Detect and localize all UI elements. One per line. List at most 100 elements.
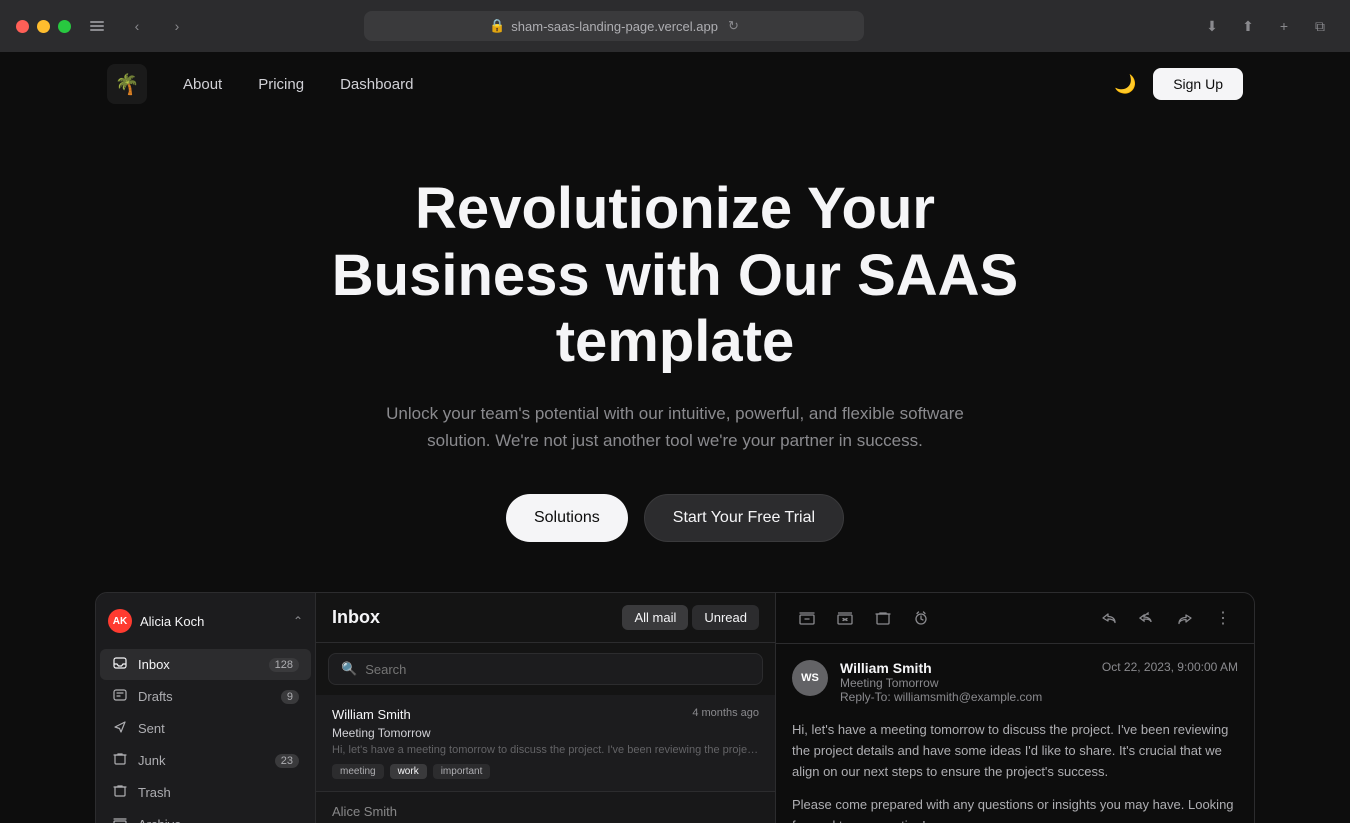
email-sender: William Smith xyxy=(332,707,411,722)
detail-content: WS William Smith Meeting Tomorrow Reply-… xyxy=(776,644,1254,823)
lock-icon: 🔒 xyxy=(489,18,505,34)
theme-toggle-button[interactable]: 🌙 xyxy=(1109,68,1141,100)
share-button[interactable]: ⬆ xyxy=(1234,12,1262,40)
chevron-icon[interactable]: ⌃ xyxy=(293,614,303,628)
mail-preview: AK Alicia Koch ⌃ Inbox 128 Dra xyxy=(95,592,1255,823)
mail-detail: ⋮ WS William Smith Meeting Tomorrow Repl… xyxy=(776,593,1254,823)
drafts-badge: 9 xyxy=(281,690,299,704)
hero-buttons: Solutions Start Your Free Trial xyxy=(20,494,1330,542)
download-button[interactable]: ⬇ xyxy=(1198,12,1226,40)
detail-body-paragraph-2: Please come prepared with any questions … xyxy=(792,795,1238,823)
close-button[interactable] xyxy=(16,20,29,33)
forward-button[interactable]: › xyxy=(163,12,191,40)
back-button[interactable]: ‹ xyxy=(123,12,151,40)
trash-button[interactable] xyxy=(868,603,898,633)
sidebar-item-junk[interactable]: Junk 23 xyxy=(100,745,311,776)
hero-section: Revolutionize Your Business with Our SAA… xyxy=(0,116,1350,592)
sidebar-header: AK Alicia Koch ⌃ xyxy=(96,601,315,641)
email-time: 4 months ago xyxy=(692,707,759,722)
user-avatar: AK xyxy=(108,609,132,633)
sidebar-item-archive[interactable]: Archive xyxy=(100,809,311,823)
search-icon: 🔍 xyxy=(341,661,357,677)
sender-avatar: WS xyxy=(792,660,828,696)
new-tab-button[interactable]: + xyxy=(1270,12,1298,40)
trash-icon xyxy=(112,784,128,801)
detail-sender-name: William Smith xyxy=(840,660,1090,676)
nav-about[interactable]: About xyxy=(167,68,238,101)
browser-right-actions: ⬇ ⬆ + ⧉ xyxy=(1198,12,1334,40)
nav-dashboard[interactable]: Dashboard xyxy=(324,68,429,101)
page-content: 🌴 About Pricing Dashboard 🌙 Sign Up Revo… xyxy=(0,52,1350,823)
archive-icon xyxy=(112,816,128,823)
email-item-william[interactable]: William Smith 4 months ago Meeting Tomor… xyxy=(316,695,775,792)
sent-icon xyxy=(112,720,128,737)
reply-button[interactable] xyxy=(1094,603,1124,633)
email-tags: meeting work important xyxy=(332,764,759,779)
email-item-alice-header: Alice Smith xyxy=(332,804,759,819)
drafts-icon xyxy=(112,688,128,705)
sidebar-item-drafts[interactable]: Drafts 9 xyxy=(100,681,311,712)
trial-button[interactable]: Start Your Free Trial xyxy=(644,494,844,542)
inbox-label: Inbox xyxy=(138,657,259,672)
more-options-button[interactable]: ⋮ xyxy=(1208,603,1238,633)
navbar: 🌴 About Pricing Dashboard 🌙 Sign Up xyxy=(95,52,1255,116)
detail-from-info: William Smith Meeting Tomorrow Reply-To:… xyxy=(840,660,1090,704)
hero-subtitle: Unlock your team's potential with our in… xyxy=(375,400,975,454)
sidebar-item-inbox[interactable]: Inbox 128 xyxy=(100,649,311,680)
browser-chrome: ‹ › 🔒 sham-saas-landing-page.vercel.app … xyxy=(0,0,1350,52)
sidebar-item-sent[interactable]: Sent xyxy=(100,713,311,744)
hero-title: Revolutionize Your Business with Our SAA… xyxy=(325,176,1025,376)
email-item-alice[interactable]: Alice Smith xyxy=(316,792,775,823)
detail-body-paragraph-1: Hi, let's have a meeting tomorrow to dis… xyxy=(792,720,1238,782)
tag-work[interactable]: work xyxy=(390,764,427,779)
search-input[interactable] xyxy=(365,662,750,677)
detail-email-subject: Meeting Tomorrow xyxy=(840,676,1090,690)
sign-up-button[interactable]: Sign Up xyxy=(1153,68,1243,100)
reload-icon[interactable]: ↻ xyxy=(728,18,739,34)
tag-important[interactable]: important xyxy=(433,764,491,779)
inbox-header: Inbox All mail Unread xyxy=(316,593,775,643)
sidebar-username: Alicia Koch xyxy=(140,614,204,629)
search-bar: 🔍 xyxy=(328,653,763,685)
traffic-lights xyxy=(16,20,71,33)
email-preview: Hi, let's have a meeting tomorrow to dis… xyxy=(332,744,759,756)
junk-badge: 23 xyxy=(275,754,299,768)
solutions-button[interactable]: Solutions xyxy=(506,494,628,542)
snooze-button[interactable] xyxy=(906,603,936,633)
detail-reply-to: Reply-To: williamsmith@example.com xyxy=(840,690,1090,704)
archive-label: Archive xyxy=(138,817,299,823)
reply-all-button[interactable] xyxy=(1132,603,1162,633)
mail-sidebar: AK Alicia Koch ⌃ Inbox 128 Dra xyxy=(96,593,316,823)
drafts-label: Drafts xyxy=(138,689,271,704)
detail-date: Oct 22, 2023, 9:00:00 AM xyxy=(1102,660,1238,674)
junk-label: Junk xyxy=(138,753,265,768)
alice-sender: Alice Smith xyxy=(332,804,397,819)
sidebar-item-trash[interactable]: Trash xyxy=(100,777,311,808)
maximize-button[interactable] xyxy=(58,20,71,33)
junk-icon xyxy=(112,752,128,769)
nav-pricing[interactable]: Pricing xyxy=(242,68,320,101)
email-subject: Meeting Tomorrow xyxy=(332,726,759,740)
inbox-icon xyxy=(112,656,128,673)
logo[interactable]: 🌴 xyxy=(107,64,147,104)
url-text: sham-saas-landing-page.vercel.app xyxy=(511,19,718,34)
archive-button[interactable] xyxy=(792,603,822,633)
mail-inbox: Inbox All mail Unread 🔍 William Smith 4 … xyxy=(316,593,776,823)
tag-meeting[interactable]: meeting xyxy=(332,764,384,779)
detail-from-row: WS William Smith Meeting Tomorrow Reply-… xyxy=(792,660,1238,704)
address-bar[interactable]: 🔒 sham-saas-landing-page.vercel.app ↻ xyxy=(364,11,864,41)
nav-links: About Pricing Dashboard xyxy=(167,68,429,101)
nav-right: 🌙 Sign Up xyxy=(1109,68,1243,100)
minimize-button[interactable] xyxy=(37,20,50,33)
sidebar-toggle-icon[interactable] xyxy=(83,12,111,40)
forward-button[interactable] xyxy=(1170,603,1200,633)
detail-body: Hi, let's have a meeting tomorrow to dis… xyxy=(792,720,1238,823)
filter-all-mail[interactable]: All mail xyxy=(622,605,688,630)
tabs-button[interactable]: ⧉ xyxy=(1306,12,1334,40)
email-item-header: William Smith 4 months ago xyxy=(332,707,759,722)
inbox-filters: All mail Unread xyxy=(622,605,759,630)
filter-unread[interactable]: Unread xyxy=(692,605,759,630)
inbox-title: Inbox xyxy=(332,607,380,628)
archive-x-button[interactable] xyxy=(830,603,860,633)
mail-preview-wrapper: AK Alicia Koch ⌃ Inbox 128 Dra xyxy=(95,592,1255,823)
